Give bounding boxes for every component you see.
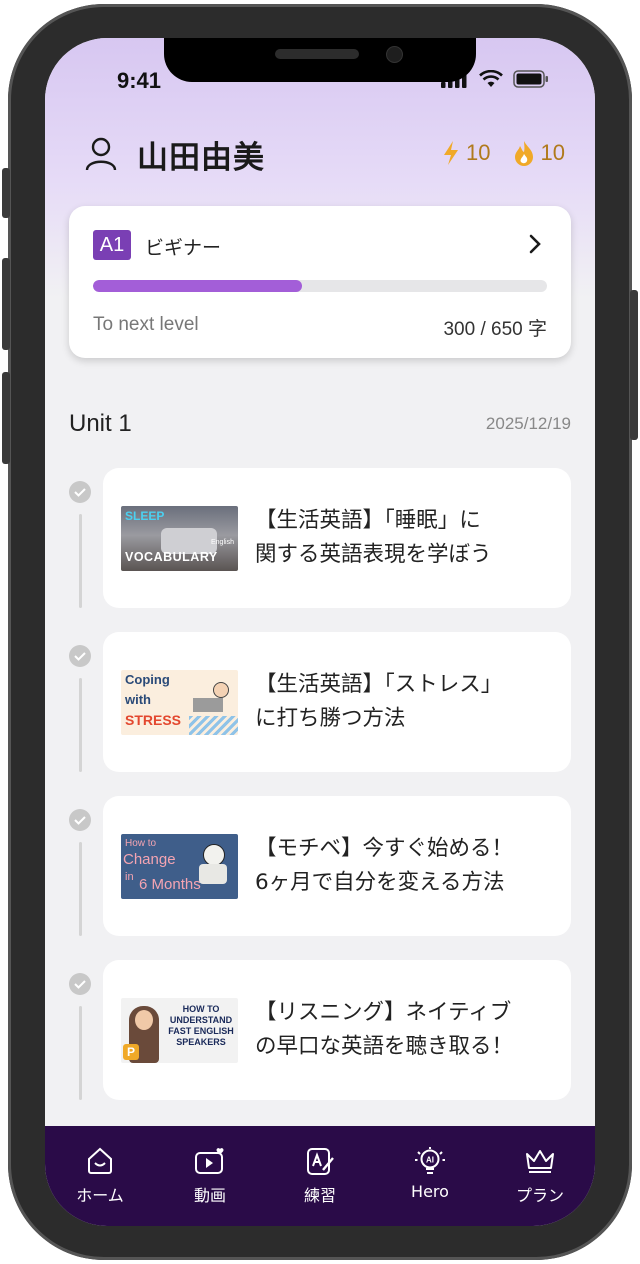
volume-down-button bbox=[2, 372, 10, 464]
thumb-text-small: English bbox=[211, 539, 234, 546]
screen: 9:41 山田由美 10 10 A1 ビギナー To next level 30… bbox=[45, 38, 595, 1226]
level-name: ビギナー bbox=[145, 237, 222, 259]
mute-switch bbox=[2, 168, 10, 218]
thumb-text-line1: Coping bbox=[125, 672, 170, 687]
lesson-title-line1: 【モチベ】今すぐ始める！ bbox=[255, 836, 514, 861]
thumb-person-body bbox=[199, 864, 227, 884]
tab-label: ホーム bbox=[76, 1186, 124, 1205]
xp-stat[interactable]: 10 bbox=[442, 140, 491, 166]
thumb-text: HOW TO UNDERSTAND FAST ENGLISH SPEAKERS bbox=[168, 1004, 234, 1047]
user-icon[interactable] bbox=[85, 137, 117, 171]
lesson-check-icon bbox=[69, 481, 91, 503]
lesson-title-line1: 【リスニング】ネイティブ bbox=[255, 1000, 512, 1025]
tab-bar: ホーム 動画 練習 AI Hero プラン bbox=[45, 1126, 595, 1226]
thumb-person-head bbox=[203, 844, 225, 866]
tab-label: 動画 bbox=[193, 1186, 226, 1205]
unit-title: Unit 1 bbox=[69, 410, 132, 437]
home-icon bbox=[88, 1147, 112, 1174]
wifi-icon bbox=[479, 70, 503, 87]
lesson-title: 【リスニング】ネイティブ の早口な英語を聴き取る！ bbox=[255, 996, 551, 1064]
level-progress-bar bbox=[93, 280, 547, 292]
flame-icon bbox=[514, 141, 533, 166]
level-badge: A1 bbox=[93, 230, 131, 260]
lesson-check-icon bbox=[69, 809, 91, 831]
lesson-title: 【生活英語】「睡眠」に 関する英語表現を学ぼう bbox=[255, 504, 551, 572]
streak-value: 10 bbox=[540, 140, 565, 165]
stats-bar: 10 10 bbox=[442, 140, 565, 166]
thumb-text-line3: STRESS bbox=[125, 712, 182, 728]
lesson-thumbnail: How to Change in 6 Months bbox=[121, 834, 238, 899]
video-icon bbox=[195, 1148, 224, 1174]
svg-text:AI: AI bbox=[426, 1156, 434, 1165]
lesson-title-line1: 【生活英語】「ストレス」 bbox=[255, 672, 503, 697]
lesson-card[interactable]: Coping with STRESS 【生活英語】「ストレス」 に打ち勝つ方法 bbox=[103, 632, 571, 772]
phone-camera bbox=[386, 46, 403, 63]
timeline-line bbox=[79, 514, 82, 608]
lesson-card[interactable]: How to Change in 6 Months 【モチベ】今すぐ始める！ 6… bbox=[103, 796, 571, 936]
status-time: 9:41 bbox=[117, 68, 162, 93]
tab-home[interactable]: ホーム bbox=[45, 1126, 155, 1226]
tab-plan[interactable]: プラン bbox=[485, 1126, 595, 1226]
battery-icon bbox=[513, 70, 548, 88]
tab-practice[interactable]: 練習 bbox=[265, 1126, 375, 1226]
chevron-right-icon[interactable] bbox=[529, 234, 541, 254]
lesson-check-icon bbox=[69, 973, 91, 995]
timeline-line bbox=[79, 842, 82, 936]
level-card[interactable]: A1 ビギナー To next level 300 / 650 字 bbox=[69, 206, 571, 358]
lesson-thumbnail: SLEEP English VOCABULARY bbox=[121, 506, 238, 571]
progress-count: 300 / 650 字 bbox=[443, 319, 547, 340]
lesson-title: 【モチベ】今すぐ始める！ 6ヶ月で自分を変える方法 bbox=[255, 832, 551, 900]
lightning-icon bbox=[444, 141, 459, 165]
lesson-title-line2: の早口な英語を聴き取る！ bbox=[255, 1034, 514, 1059]
thumb-text-line2: with bbox=[125, 692, 151, 707]
timeline-line bbox=[79, 1006, 82, 1100]
unit-date: 2025/12/19 bbox=[485, 414, 571, 433]
volume-up-button bbox=[2, 258, 10, 350]
lesson-check-icon bbox=[69, 645, 91, 667]
lesson-title: 【生活英語】「ストレス」 に打ち勝つ方法 bbox=[255, 668, 551, 736]
streak-stat[interactable]: 10 bbox=[513, 140, 565, 166]
lesson-thumbnail: Coping with STRESS bbox=[121, 670, 238, 735]
lesson-title-line2: に打ち勝つ方法 bbox=[255, 706, 406, 731]
ai-bulb-icon: AI bbox=[415, 1147, 445, 1174]
thumb-text-line2: Change bbox=[123, 851, 176, 868]
thumb-person-head bbox=[213, 682, 229, 698]
lesson-title-line2: 6ヶ月で自分を変える方法 bbox=[255, 870, 505, 895]
phone-speaker bbox=[275, 49, 359, 59]
thumb-person-face bbox=[135, 1010, 153, 1030]
timeline-line bbox=[79, 678, 82, 772]
thumb-badge: P bbox=[123, 1044, 139, 1060]
lesson-title-line2: 関する英語表現を学ぼう bbox=[255, 542, 492, 567]
phone-notch bbox=[164, 38, 476, 82]
lesson-thumbnail: P HOW TO UNDERSTAND FAST ENGLISH SPEAKER… bbox=[121, 998, 238, 1063]
lesson-card[interactable]: P HOW TO UNDERSTAND FAST ENGLISH SPEAKER… bbox=[103, 960, 571, 1100]
thumb-text-line4: 6 Months bbox=[139, 876, 201, 893]
lesson-card[interactable]: SLEEP English VOCABULARY 【生活英語】「睡眠」に 関する… bbox=[103, 468, 571, 608]
practice-icon bbox=[307, 1148, 334, 1175]
crown-icon bbox=[526, 1150, 554, 1173]
thumb-text-line3: in bbox=[125, 871, 134, 883]
thumb-desk bbox=[193, 698, 223, 712]
tab-label: Hero bbox=[411, 1182, 449, 1201]
level-progress-fill bbox=[93, 280, 302, 292]
tab-label: プラン bbox=[515, 1186, 564, 1205]
xp-value: 10 bbox=[466, 140, 491, 165]
thumb-text-top: SLEEP bbox=[125, 509, 165, 523]
tab-hero[interactable]: AI Hero bbox=[375, 1126, 485, 1226]
thumb-text-line1: How to bbox=[125, 838, 157, 849]
lesson-title-line1: 【生活英語】「睡眠」に bbox=[255, 508, 481, 533]
user-name: 山田由美 bbox=[137, 139, 265, 176]
next-level-label: To next level bbox=[93, 314, 199, 335]
power-button bbox=[630, 290, 638, 440]
tab-video[interactable]: 動画 bbox=[155, 1126, 265, 1226]
thumb-waves bbox=[189, 716, 238, 735]
tab-label: 練習 bbox=[303, 1186, 336, 1205]
thumb-text-bottom: VOCABULARY bbox=[125, 550, 218, 564]
